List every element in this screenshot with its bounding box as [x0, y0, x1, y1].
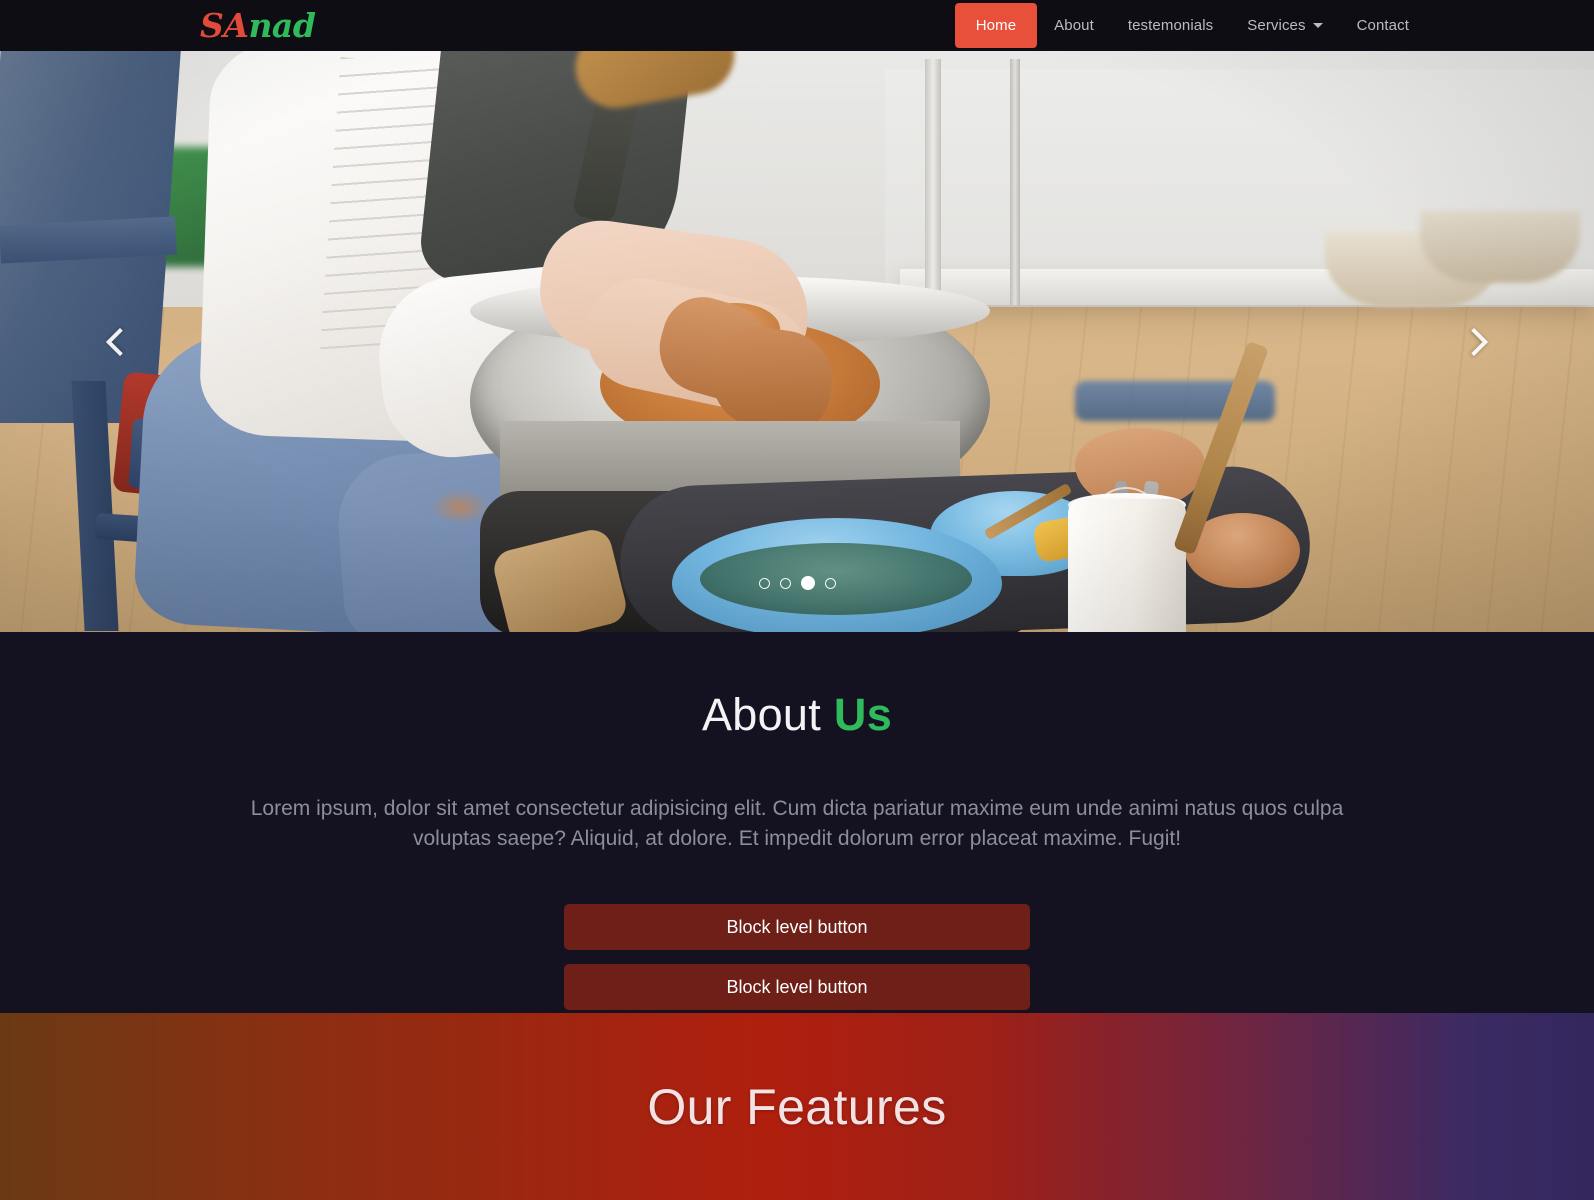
carousel-next-button[interactable]	[1424, 51, 1524, 632]
carousel-indicator-1[interactable]	[758, 578, 770, 589]
brand-logo-part2: nad	[248, 6, 316, 45]
hero-carousel	[0, 51, 1594, 632]
nav-item-services[interactable]: Services	[1230, 0, 1339, 51]
about-title-main: About	[701, 689, 822, 740]
brand-logo[interactable]: SAnad	[200, 6, 316, 45]
features-section: Our Features	[0, 1013, 1594, 1200]
nav-item-about[interactable]: About	[1037, 0, 1111, 51]
hero-image-pottery	[0, 51, 1594, 632]
about-paragraph: Lorem ipsum, dolor sit amet consectetur …	[250, 797, 1344, 851]
carousel-indicator-4[interactable]	[824, 578, 836, 589]
nav-item-home-label: Home	[975, 17, 1017, 34]
block-level-button-2[interactable]: Block level button	[564, 963, 1030, 1010]
nav-menu: Home About testemonials Services Contact	[954, 0, 1426, 51]
carousel-indicator-3[interactable]	[800, 576, 815, 590]
nav-item-contact-label: Contact	[1356, 17, 1409, 34]
about-title-accent: Us	[833, 689, 893, 740]
nav-item-testemonials[interactable]: testemonials	[1111, 0, 1230, 51]
nav-item-services-label: Services	[1247, 17, 1306, 34]
nav-item-home[interactable]: Home	[954, 3, 1038, 48]
carousel-indicator-2[interactable]	[779, 578, 791, 589]
block-level-button-1[interactable]: Block level button	[564, 903, 1030, 950]
brand-logo-part1: SA	[200, 6, 249, 45]
top-navbar: SAnad Home About testemonials Services C…	[0, 0, 1594, 51]
chevron-left-icon	[105, 327, 135, 356]
chevron-down-icon	[1312, 23, 1323, 28]
photo-vignette	[0, 51, 1594, 632]
about-section: About Us Lorem ipsum, dolor sit amet con…	[0, 632, 1594, 1013]
nav-item-testemonials-label: testemonials	[1127, 17, 1214, 34]
nav-item-about-label: About	[1054, 17, 1094, 34]
carousel-prev-button[interactable]	[70, 51, 170, 632]
about-button-stack: Block level button Block level button	[564, 903, 1030, 1010]
features-title: Our Features	[647, 1078, 947, 1135]
carousel-indicators	[0, 576, 1594, 590]
about-title: About Us	[0, 688, 1594, 742]
nav-item-contact[interactable]: Contact	[1340, 0, 1426, 51]
chevron-right-icon	[1459, 327, 1489, 356]
